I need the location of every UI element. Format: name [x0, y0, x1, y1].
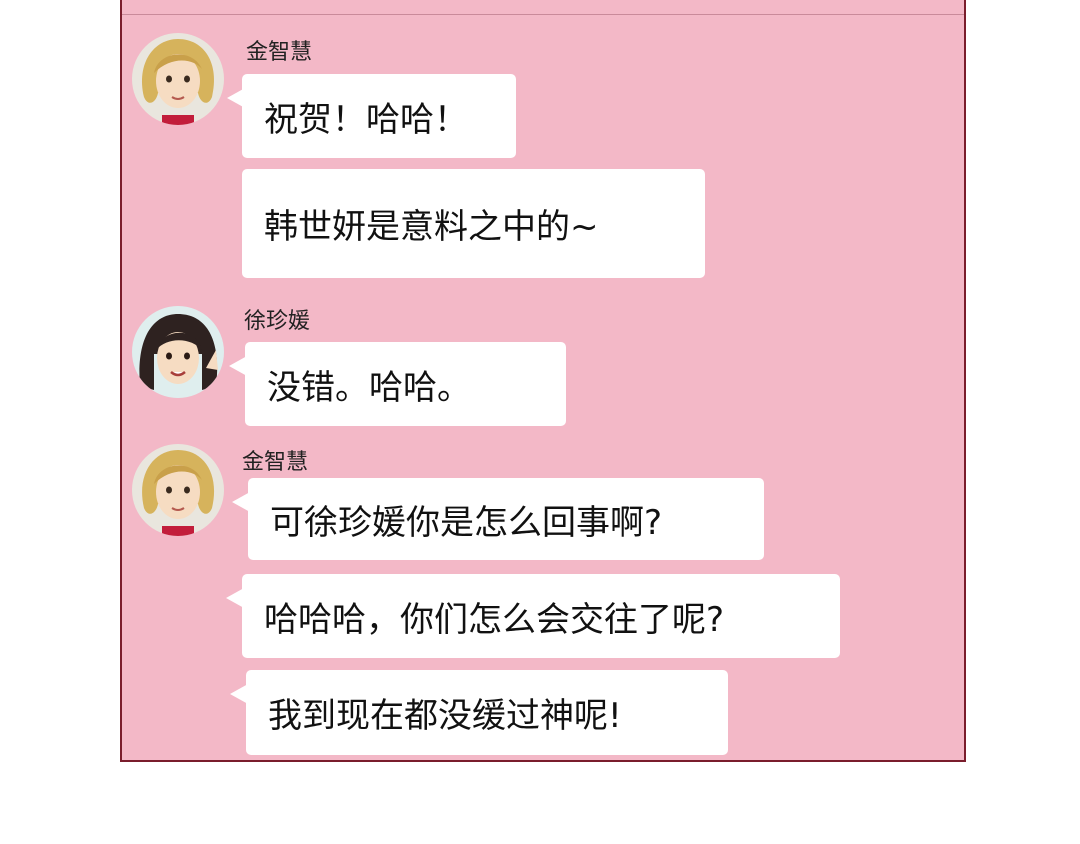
sender-name: 金智慧: [246, 40, 313, 65]
kim-jihye-avatar[interactable]: [132, 33, 224, 125]
kim-jihye-avatar[interactable]: [132, 444, 224, 536]
message-bubble[interactable]: 我到现在都没缓过神呢!: [246, 670, 728, 755]
message-bubble[interactable]: 韩世妍是意料之中的~: [242, 169, 705, 278]
message-bubble[interactable]: 可徐珍媛你是怎么回事啊?: [248, 478, 764, 560]
seo-jinwon-avatar[interactable]: [132, 306, 224, 398]
sender-name: 徐珍媛: [244, 309, 311, 334]
chat-window: 金智慧 祝贺！哈哈！ 韩世妍是意料之中的~ 徐珍媛 没错。哈哈。 金智慧 可徐珍…: [120, 0, 966, 762]
divider: [122, 14, 964, 15]
sender-name: 金智慧: [242, 450, 309, 475]
message-bubble[interactable]: 祝贺！哈哈！: [242, 74, 516, 158]
message-bubble[interactable]: 没错。哈哈。: [245, 342, 566, 426]
message-bubble[interactable]: 哈哈哈，你们怎么会交往了呢?: [242, 574, 840, 658]
